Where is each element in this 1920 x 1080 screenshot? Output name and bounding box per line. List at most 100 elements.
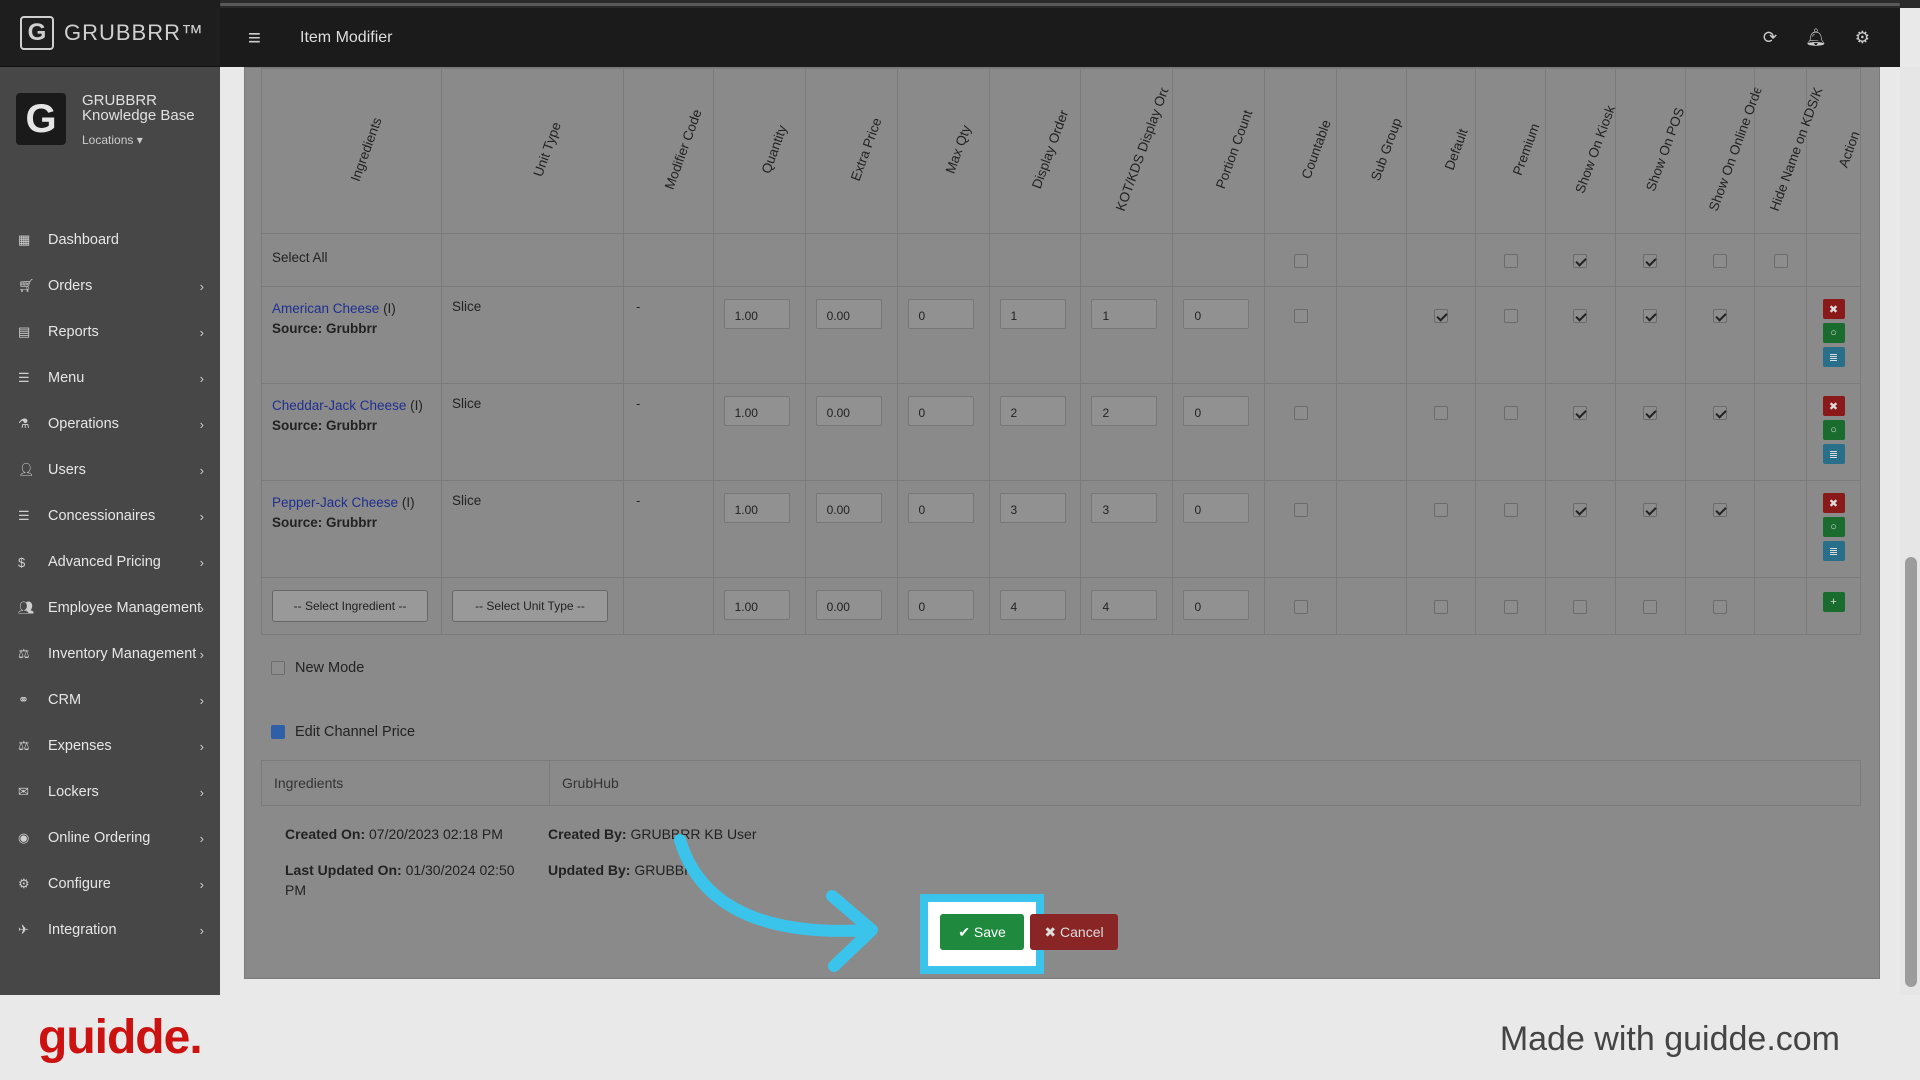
extra-price-input[interactable]: 0.00: [815, 493, 882, 523]
show-pos-checkbox[interactable]: [1643, 503, 1658, 517]
sidebar-item-advanced-pricing[interactable]: $ Advanced Pricing ›: [0, 539, 220, 585]
max-qty-input[interactable]: 0: [907, 493, 974, 523]
ingredient-link[interactable]: American Cheese: [272, 301, 379, 316]
locations-dropdown[interactable]: Locations ▾: [82, 133, 195, 147]
new-quantity-input[interactable]: 1.00: [723, 590, 790, 620]
new-pos-checkbox[interactable]: [1643, 600, 1658, 614]
display-order-input[interactable]: 1: [999, 299, 1066, 329]
refresh-icon[interactable]: ⟳: [1763, 28, 1777, 48]
display-order-input[interactable]: 3: [999, 493, 1066, 523]
delete-row-icon[interactable]: ✖: [1822, 396, 1845, 416]
sidebar-item-orders[interactable]: 🛒︎ Orders ›: [0, 263, 220, 309]
column-header[interactable]: Show On POS: [1614, 68, 1687, 234]
ingredient-link[interactable]: Pepper-Jack Cheese: [272, 495, 398, 510]
sidebar-item-operations[interactable]: ⚗ Operations ›: [0, 401, 220, 447]
column-header[interactable]: Modifier Code: [622, 68, 714, 234]
select-all-online-checkbox[interactable]: [1712, 254, 1727, 268]
toggle-row-icon[interactable]: ○: [1822, 517, 1845, 537]
new-premium-checkbox[interactable]: [1503, 600, 1518, 614]
max-qty-input[interactable]: 0: [907, 396, 974, 426]
column-header[interactable]: Unit Type: [440, 68, 624, 234]
portion-count-input[interactable]: 0: [1183, 396, 1250, 426]
premium-checkbox[interactable]: [1503, 503, 1518, 517]
new-display-order-input[interactable]: 4: [999, 590, 1066, 620]
edit-channel-price-option[interactable]: Edit Channel Price: [271, 724, 415, 740]
column-header[interactable]: Ingredients: [261, 68, 442, 234]
column-header[interactable]: Premium: [1475, 68, 1547, 234]
max-qty-input[interactable]: 0: [907, 299, 974, 329]
list-details-icon[interactable]: ≣: [1822, 444, 1845, 464]
quantity-input[interactable]: 1.00: [723, 493, 790, 523]
new-kot-order-input[interactable]: 4: [1091, 590, 1158, 620]
column-header[interactable]: Display Order: [988, 68, 1082, 234]
extra-price-input[interactable]: 0.00: [815, 396, 882, 426]
ingredient-link[interactable]: Cheddar-Jack Cheese: [272, 398, 406, 413]
select-unit-type-dropdown[interactable]: -- Select Unit Type --: [451, 590, 608, 622]
show-pos-checkbox[interactable]: [1643, 406, 1658, 420]
new-kiosk-checkbox[interactable]: [1573, 600, 1588, 614]
column-header[interactable]: Sub Group: [1336, 68, 1407, 234]
new-mode-option[interactable]: New Mode: [271, 660, 364, 676]
delete-row-icon[interactable]: ✖: [1822, 493, 1845, 513]
sidebar-item-inventory-management[interactable]: ⚖ Inventory Management ›: [0, 631, 220, 677]
premium-checkbox[interactable]: [1503, 309, 1518, 323]
countable-checkbox[interactable]: [1293, 503, 1308, 517]
portion-count-input[interactable]: 0: [1183, 299, 1250, 329]
sidebar-item-menu[interactable]: ☰ Menu ›: [0, 355, 220, 401]
countable-checkbox[interactable]: [1293, 406, 1308, 420]
toggle-row-icon[interactable]: ○: [1822, 323, 1845, 343]
sidebar-item-employee-management[interactable]: 👥︎ Employee Management ›: [0, 585, 220, 631]
premium-checkbox[interactable]: [1503, 406, 1518, 420]
show-kiosk-checkbox[interactable]: [1573, 309, 1588, 323]
show-online-checkbox[interactable]: [1712, 406, 1727, 420]
column-header[interactable]: Hide Name on KDS/K: [1754, 68, 1825, 234]
add-row-button[interactable]: +: [1822, 592, 1845, 612]
toggle-row-icon[interactable]: ○: [1822, 420, 1845, 440]
kot-order-input[interactable]: 2: [1091, 396, 1158, 426]
save-button[interactable]: ✔ Save: [940, 914, 1024, 950]
sidebar-item-expenses[interactable]: ⚖ Expenses ›: [0, 723, 220, 769]
sidebar-item-lockers[interactable]: ✉ Lockers ›: [0, 769, 220, 815]
kot-order-input[interactable]: 3: [1091, 493, 1158, 523]
column-header[interactable]: Max Qty: [896, 68, 990, 234]
list-details-icon[interactable]: ≣: [1822, 541, 1845, 561]
sidebar-item-reports[interactable]: ▤ Reports ›: [0, 309, 220, 355]
show-kiosk-checkbox[interactable]: [1573, 406, 1588, 420]
sidebar-item-crm[interactable]: ⚭ CRM ›: [0, 677, 220, 723]
portion-count-input[interactable]: 0: [1183, 493, 1250, 523]
delete-row-icon[interactable]: ✖: [1822, 299, 1845, 319]
quantity-input[interactable]: 1.00: [723, 299, 790, 329]
select-all-premium-checkbox[interactable]: [1503, 254, 1518, 268]
sidebar-item-concessionaires[interactable]: ☰ Concessionaires ›: [0, 493, 220, 539]
default-checkbox[interactable]: [1434, 309, 1449, 323]
edit-channel-price-checkbox[interactable]: [271, 725, 285, 739]
column-header[interactable]: KOT/KDS Display Ord: [1080, 68, 1174, 234]
select-ingredient-dropdown[interactable]: -- Select Ingredient --: [272, 590, 428, 622]
show-kiosk-checkbox[interactable]: [1573, 503, 1588, 517]
select-all-pos-checkbox[interactable]: [1643, 254, 1658, 268]
bell-icon[interactable]: 🔔︎: [1805, 28, 1827, 48]
gear-icon[interactable]: ⚙: [1855, 28, 1870, 48]
column-header[interactable]: Portion Count: [1172, 68, 1266, 234]
show-online-checkbox[interactable]: [1712, 309, 1727, 323]
default-checkbox[interactable]: [1434, 503, 1449, 517]
column-header[interactable]: Show On Kiosk: [1545, 68, 1618, 234]
column-header[interactable]: Default: [1405, 68, 1477, 234]
list-details-icon[interactable]: ≣: [1822, 347, 1845, 367]
column-header[interactable]: Show On Online Orde: [1684, 68, 1764, 234]
select-all-kiosk-checkbox[interactable]: [1573, 254, 1588, 268]
new-default-checkbox[interactable]: [1434, 600, 1449, 614]
column-header[interactable]: Extra Price: [804, 68, 898, 234]
new-portion-input[interactable]: 0: [1183, 590, 1250, 620]
new-max-qty-input[interactable]: 0: [907, 590, 974, 620]
default-checkbox[interactable]: [1434, 406, 1449, 420]
sidebar-item-configure[interactable]: ⚙ Configure ›: [0, 861, 220, 907]
new-mode-checkbox[interactable]: [271, 661, 285, 675]
select-all-hide-checkbox[interactable]: [1773, 254, 1788, 268]
column-header[interactable]: Action: [1806, 68, 1862, 234]
show-pos-checkbox[interactable]: [1643, 309, 1658, 323]
cancel-button[interactable]: ✖ Cancel: [1030, 914, 1118, 950]
sidebar-item-integration[interactable]: ✈ Integration ›: [0, 907, 220, 953]
select-all-countable-checkbox[interactable]: [1293, 254, 1308, 268]
hamburger-menu-icon[interactable]: ≡: [248, 25, 288, 51]
